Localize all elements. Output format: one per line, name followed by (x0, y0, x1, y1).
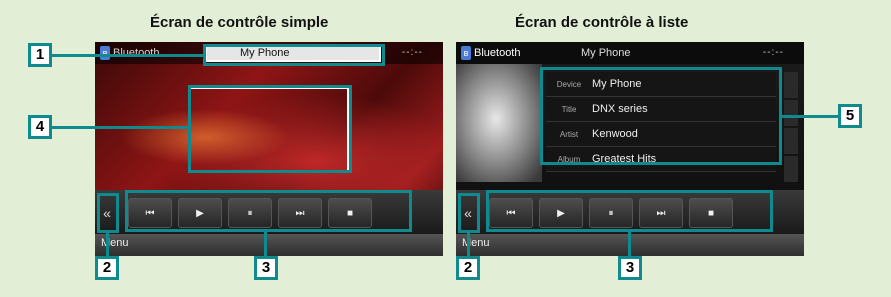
title-simple: Écran de contrôle simple (150, 14, 329, 31)
list-scroll-tabs[interactable] (784, 72, 798, 182)
callout-line-2a (106, 232, 109, 256)
callout-badge-3: 3 (254, 256, 278, 280)
callout-box-3b (486, 190, 773, 232)
callout-line-3b (628, 231, 631, 256)
bluetooth-icon: ʙ (100, 46, 110, 60)
album-art (456, 64, 542, 182)
callout-box-3a (125, 190, 412, 232)
callout-badge-2: 2 (456, 256, 480, 280)
callout-box-5 (540, 67, 782, 165)
callout-line-4 (52, 126, 189, 129)
phone-name: My Phone (581, 47, 631, 59)
menu-bar: Menu (95, 234, 443, 256)
callout-line-5 (781, 115, 838, 118)
callout-box-1 (203, 44, 385, 66)
callout-box-2b (458, 193, 480, 233)
callout-line-2b (467, 232, 470, 256)
callout-line-3a (264, 231, 267, 256)
callout-badge-3: 3 (618, 256, 642, 280)
callout-box-4 (188, 85, 352, 173)
source-label: Bluetooth (113, 47, 160, 59)
clock: --:-- (401, 47, 423, 58)
callout-box-2a (97, 193, 119, 233)
callout-badge-4: 4 (28, 115, 52, 139)
callout-badge-2: 2 (95, 256, 119, 280)
callout-badge-1: 1 (28, 43, 52, 67)
callout-line-1 (52, 54, 204, 57)
bluetooth-icon: ʙ (461, 46, 471, 60)
title-list: Écran de contrôle à liste (515, 14, 689, 31)
callout-badge-5: 5 (838, 104, 862, 128)
source-label: Bluetooth (474, 47, 521, 59)
top-bar: ʙ Bluetooth My Phone --:-- (456, 42, 804, 64)
clock: --:-- (762, 47, 784, 58)
